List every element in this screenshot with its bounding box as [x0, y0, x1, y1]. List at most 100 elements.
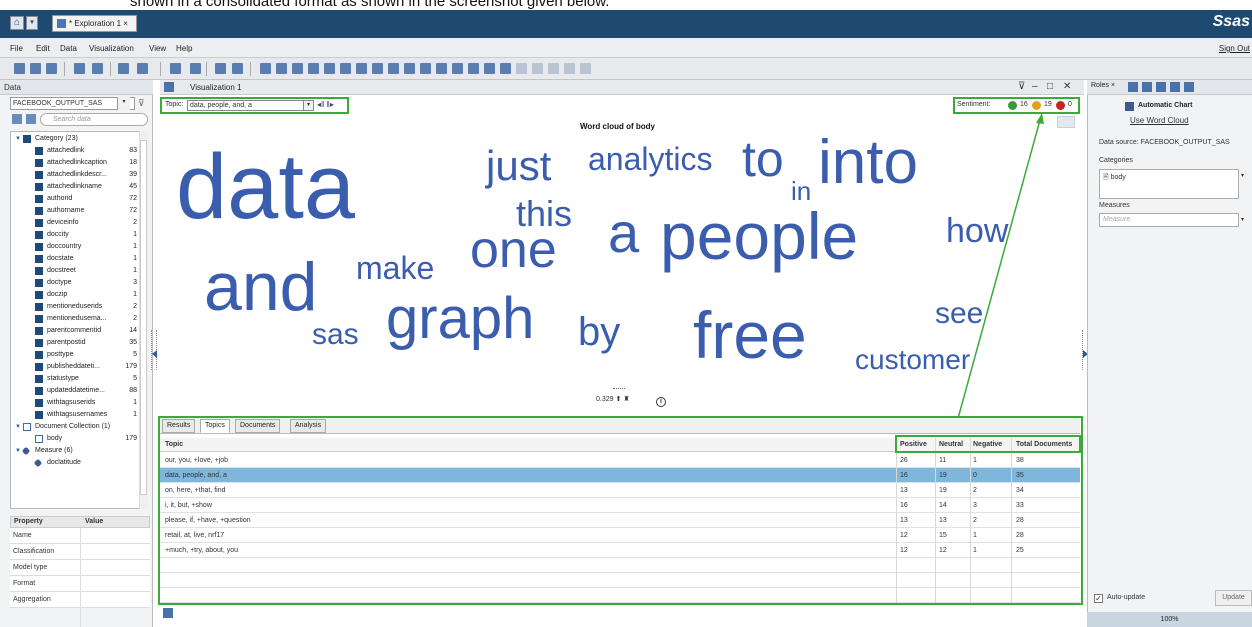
table-row[interactable] — [160, 588, 1080, 603]
tree-item[interactable]: mentioneduserids 2 — [11, 301, 149, 313]
box-plot-icon[interactable] — [436, 63, 447, 74]
visualization-type-icon[interactable] — [164, 82, 174, 92]
undo-icon[interactable] — [74, 63, 85, 74]
table-row[interactable] — [160, 558, 1080, 573]
tree-item[interactable]: attachedlinkname 45 — [11, 181, 149, 193]
display-rules-tab-icon[interactable] — [1184, 82, 1194, 92]
tab-documents[interactable]: Documents — [235, 419, 281, 433]
bubble-icon[interactable] — [356, 63, 367, 74]
table-toggle-icon[interactable] — [163, 608, 173, 618]
word-this[interactable]: this — [516, 196, 572, 232]
geo-icon[interactable] — [468, 63, 479, 74]
auto-update-checkbox[interactable]: ✓ — [1094, 594, 1103, 603]
expand-icon[interactable]: ▼ — [15, 133, 21, 145]
sign-out-link[interactable]: Sign Out — [1219, 44, 1250, 53]
relevance-slider[interactable]: 0.329 ⬆ ♜ — [596, 395, 630, 403]
close-visualization-icon[interactable]: ✕ — [1063, 81, 1071, 92]
word-customer[interactable]: customer — [855, 346, 970, 374]
word-free[interactable]: free — [693, 302, 807, 368]
insert-dd-icon[interactable] — [232, 63, 243, 74]
insert-icon[interactable] — [215, 63, 226, 74]
network-icon[interactable] — [372, 63, 383, 74]
expand-icon[interactable]: ▼ — [15, 445, 21, 457]
word-graph[interactable]: graph — [386, 290, 534, 348]
tree-scrollbar-thumb[interactable] — [140, 140, 147, 495]
home-dropdown-icon[interactable]: ▾ — [26, 16, 38, 30]
tree-group[interactable]: ▼ Document Collection (1) — [11, 421, 149, 433]
update-button[interactable]: Update — [1215, 590, 1252, 606]
word-by[interactable]: by — [578, 312, 620, 352]
list-table-icon[interactable] — [292, 63, 303, 74]
tree-item[interactable]: publisheddateti... 179 — [11, 361, 149, 373]
tree-item[interactable]: docstreet 1 — [11, 265, 149, 277]
close-icon[interactable]: × — [123, 19, 128, 28]
table-row[interactable]: data, people, and, a 16 19 0 35 — [160, 468, 1080, 483]
decision-tree-icon[interactable] — [500, 63, 511, 74]
tab-analysis[interactable]: Analysis — [290, 419, 327, 433]
tree-item[interactable]: posttype 5 — [11, 349, 149, 361]
styles-tab-icon[interactable] — [1156, 82, 1166, 92]
tree-item[interactable]: doccountry 1 — [11, 241, 149, 253]
tree-item[interactable]: attachedlinkcaption 18 — [11, 157, 149, 169]
menu-visualization[interactable]: Visualization — [89, 44, 134, 53]
tree-item[interactable]: attachedlink 83 — [11, 145, 149, 157]
tree-item[interactable]: doczip 1 — [11, 289, 149, 301]
correlation-icon[interactable] — [420, 63, 431, 74]
table-row[interactable] — [160, 573, 1080, 588]
open-icon[interactable] — [30, 63, 41, 74]
tab-results[interactable]: Results — [162, 419, 196, 433]
tree-item[interactable]: attachedlinkdescr... 39 — [11, 169, 149, 181]
word-to[interactable]: to — [742, 134, 784, 184]
chevron-down-icon[interactable]: ▾ — [303, 100, 314, 111]
tree-item[interactable]: statustype 5 — [11, 373, 149, 385]
word-and[interactable]: and — [204, 253, 317, 321]
menu-file[interactable]: File — [10, 44, 23, 53]
topic-select[interactable]: data, people, and, a — [187, 100, 305, 111]
collapse-left-icon[interactable] — [152, 350, 157, 358]
home-icon[interactable]: ⌂ — [10, 16, 24, 30]
roles-tab[interactable]: Roles × — [1091, 82, 1115, 89]
forecast-icon[interactable] — [516, 63, 527, 74]
tree-item[interactable]: doccity 1 — [11, 229, 149, 241]
word-just[interactable]: just — [486, 145, 551, 187]
chevron-down-icon[interactable]: ▾ — [117, 97, 130, 110]
export-icon[interactable] — [137, 63, 148, 74]
filter-menu-icon[interactable]: ⊽ — [1018, 81, 1025, 92]
tab-topics[interactable]: Topics — [200, 419, 230, 433]
tree-group[interactable]: ▼ Category (23) — [11, 133, 149, 145]
word-make[interactable]: make — [356, 252, 434, 284]
tree-item[interactable]: doclatitude — [11, 457, 149, 469]
filter-icon[interactable] — [170, 63, 181, 74]
scatter-icon[interactable] — [340, 63, 351, 74]
info-icon[interactable]: i — [656, 397, 666, 407]
categories-field[interactable]: 🗎 body — [1099, 169, 1239, 199]
tree-item[interactable]: authorid 72 — [11, 193, 149, 205]
word-cloud-icon[interactable] — [564, 63, 575, 74]
filter-dd-icon[interactable] — [190, 63, 201, 74]
chevron-down-icon[interactable]: ▾ — [1241, 216, 1244, 223]
data-options-icon[interactable] — [26, 114, 36, 124]
search-data-input[interactable]: Search data — [40, 113, 148, 126]
expand-icon[interactable]: ▼ — [15, 421, 21, 433]
table-row[interactable]: on, here, +that, find 13 19 2 34 — [160, 483, 1080, 498]
tree-item[interactable]: mentionedusema... 2 — [11, 313, 149, 325]
tree-item[interactable]: doctype 3 — [11, 277, 149, 289]
filter-icon[interactable]: ⊽ — [138, 98, 145, 109]
table-row[interactable]: retail, at, live, nrf17 12 15 1 28 — [160, 528, 1080, 543]
word-how[interactable]: how — [946, 214, 1008, 248]
redo-icon[interactable] — [92, 63, 103, 74]
col-header-topic[interactable]: Topic — [165, 438, 183, 452]
properties-tab-icon[interactable] — [1142, 82, 1152, 92]
chevron-down-icon[interactable]: ▾ — [1241, 172, 1244, 179]
tree-item[interactable]: docstate 1 — [11, 253, 149, 265]
menu-help[interactable]: Help — [176, 44, 192, 53]
menu-edit[interactable]: Edit — [36, 44, 50, 53]
line-chart-icon[interactable] — [324, 63, 335, 74]
filters-tab-icon[interactable] — [1128, 82, 1138, 92]
word-see[interactable]: see — [935, 299, 983, 329]
topic-nav-arrows-icon[interactable]: ◂‖ ‖▸ — [317, 100, 334, 109]
area-icon[interactable] — [548, 63, 559, 74]
category-item-body[interactable]: 🗎 body — [1103, 173, 1126, 184]
tree-item[interactable]: updateddatetime... 88 — [11, 385, 149, 397]
table-row[interactable]: i, it, but, +show 16 14 3 33 — [160, 498, 1080, 513]
